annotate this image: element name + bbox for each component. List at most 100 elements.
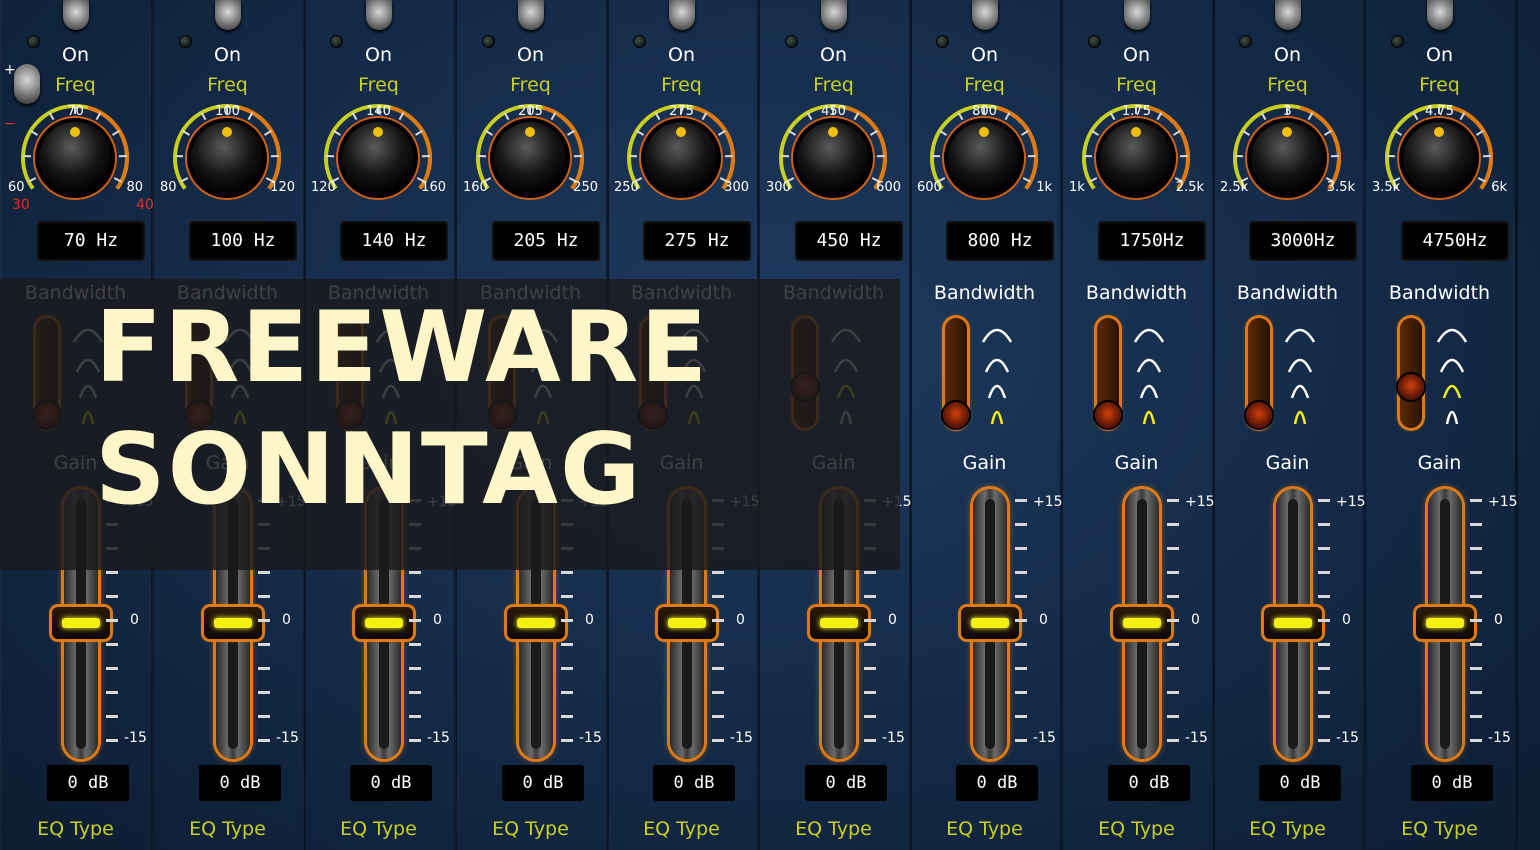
gain-tick <box>1167 595 1179 598</box>
gain-tick <box>1015 667 1027 670</box>
gain-slider-handle[interactable] <box>507 607 565 639</box>
title-overlay: FREEWARE SONNTAG <box>0 279 900 570</box>
band-on-toggle[interactable] <box>972 0 998 30</box>
gain-scale <box>1470 499 1484 749</box>
gain-max-label: +15 <box>1185 494 1215 510</box>
gain-value-display: 0 dB <box>199 765 281 801</box>
freq-scale-max: 300 <box>724 180 749 195</box>
freq-value-display: 70 Hz <box>37 221 145 261</box>
band-on-toggle[interactable] <box>669 0 695 30</box>
freq-scale-max: 3.5k <box>1326 180 1355 195</box>
gain-tick <box>864 595 876 598</box>
gain-tick <box>1167 691 1179 694</box>
eq-type-label: EQ Type <box>1401 818 1478 840</box>
gain-tick <box>106 667 118 670</box>
gain-tick <box>561 691 573 694</box>
bandwidth-label: Bandwidth <box>933 282 1036 304</box>
gain-slider-handle[interactable] <box>1113 607 1171 639</box>
band-on-toggle[interactable] <box>1124 0 1150 30</box>
eq-band: On Freq 800 600 1k 800 Hz Bandwidth Gain +15 0 -15… <box>909 0 1063 850</box>
gain-scale <box>1318 499 1332 749</box>
gain-tick <box>106 715 118 718</box>
band-on-label: On <box>62 44 89 66</box>
gain-slider-handle[interactable] <box>810 607 868 639</box>
bandwidth-slider[interactable] <box>1095 318 1121 428</box>
bandwidth-shapes-icon <box>1284 328 1316 425</box>
gain-slider-handle[interactable] <box>1416 607 1474 639</box>
freq-scale-min: 300 <box>766 180 791 195</box>
gain-tick <box>1015 739 1027 742</box>
gain-tick <box>1167 715 1179 718</box>
band-on-toggle[interactable] <box>215 0 241 30</box>
gain-tick <box>561 619 573 622</box>
band-freq-label: Freq <box>207 74 248 96</box>
gain-slider-handle[interactable] <box>658 607 716 639</box>
freq-value-display: 1750Hz <box>1098 221 1206 261</box>
gain-tick <box>1015 715 1027 718</box>
gain-label: Gain <box>1265 452 1310 474</box>
band-on-toggle[interactable] <box>63 0 89 30</box>
gain-tick <box>1318 739 1330 742</box>
gain-slider-handle[interactable] <box>52 607 110 639</box>
range-toggle[interactable] <box>14 64 40 104</box>
gain-slider-handle[interactable] <box>961 607 1019 639</box>
freq-scale-center: 800 <box>972 104 997 119</box>
gain-scale <box>1167 499 1181 749</box>
gain-min-label: -15 <box>1033 730 1056 746</box>
gain-label: Gain <box>1114 452 1159 474</box>
bandwidth-slider[interactable] <box>1246 318 1272 428</box>
freq-scale-center: 205 <box>518 104 543 119</box>
gain-max-label: +15 <box>1488 494 1518 510</box>
gain-tick <box>409 715 421 718</box>
gain-tick <box>1470 715 1482 718</box>
gain-slider[interactable] <box>1416 489 1474 759</box>
bandwidth-slider-handle[interactable] <box>943 402 969 428</box>
gain-tick <box>864 619 876 622</box>
gain-min-label: -15 <box>427 730 450 746</box>
bandwidth-slider-handle[interactable] <box>1398 374 1424 400</box>
bandwidth-slider[interactable] <box>943 318 969 428</box>
band-on-toggle[interactable] <box>1427 0 1453 30</box>
band-on-toggle[interactable] <box>1275 0 1301 30</box>
gain-value-display: 0 dB <box>1259 765 1341 801</box>
eq-type-label: EQ Type <box>946 818 1023 840</box>
gain-slider[interactable] <box>1113 489 1171 759</box>
gain-tick <box>561 595 573 598</box>
gain-tick <box>1470 691 1482 694</box>
overlay-title-line2: SONNTAG <box>95 413 643 527</box>
band-on-label: On <box>971 44 998 66</box>
freq-value-display: 3000Hz <box>1249 221 1357 261</box>
gain-slider[interactable] <box>961 489 1019 759</box>
gain-tick <box>712 739 724 742</box>
band-on-toggle[interactable] <box>366 0 392 30</box>
gain-tick <box>409 739 421 742</box>
gain-slider[interactable] <box>1264 489 1322 759</box>
bandwidth-slider-handle[interactable] <box>1095 402 1121 428</box>
freq-scale-min: 160 <box>463 180 488 195</box>
freq-scale-center: 70 <box>67 104 84 119</box>
gain-label: Gain <box>962 452 1007 474</box>
freq-scale-max: 250 <box>573 180 598 195</box>
overlay-title: FREEWARE SONNTAG <box>95 287 885 531</box>
bandwidth-label: Bandwidth <box>1388 282 1491 304</box>
gain-zero-label: 0 <box>130 612 139 628</box>
bandwidth-slider-handle[interactable] <box>1246 402 1272 428</box>
freq-scale-center: 1.75 <box>1122 104 1151 119</box>
gain-tick <box>409 643 421 646</box>
gain-tick <box>864 643 876 646</box>
band-on-toggle[interactable] <box>518 0 544 30</box>
freq-scale-center: 275 <box>669 104 694 119</box>
gain-slider-handle[interactable] <box>355 607 413 639</box>
gain-slider-handle[interactable] <box>204 607 262 639</box>
gain-min-label: -15 <box>730 730 753 746</box>
gain-tick <box>561 667 573 670</box>
band-freq-label: Freq <box>1419 74 1460 96</box>
gain-min-label: -15 <box>882 730 905 746</box>
gain-tick <box>1318 715 1330 718</box>
freq-scale-min: 60 <box>8 180 25 195</box>
band-on-label: On <box>1123 44 1150 66</box>
bandwidth-slider[interactable] <box>1398 318 1424 428</box>
gain-slider-handle[interactable] <box>1264 607 1322 639</box>
band-on-toggle[interactable] <box>821 0 847 30</box>
gain-value-display: 0 dB <box>1411 765 1493 801</box>
